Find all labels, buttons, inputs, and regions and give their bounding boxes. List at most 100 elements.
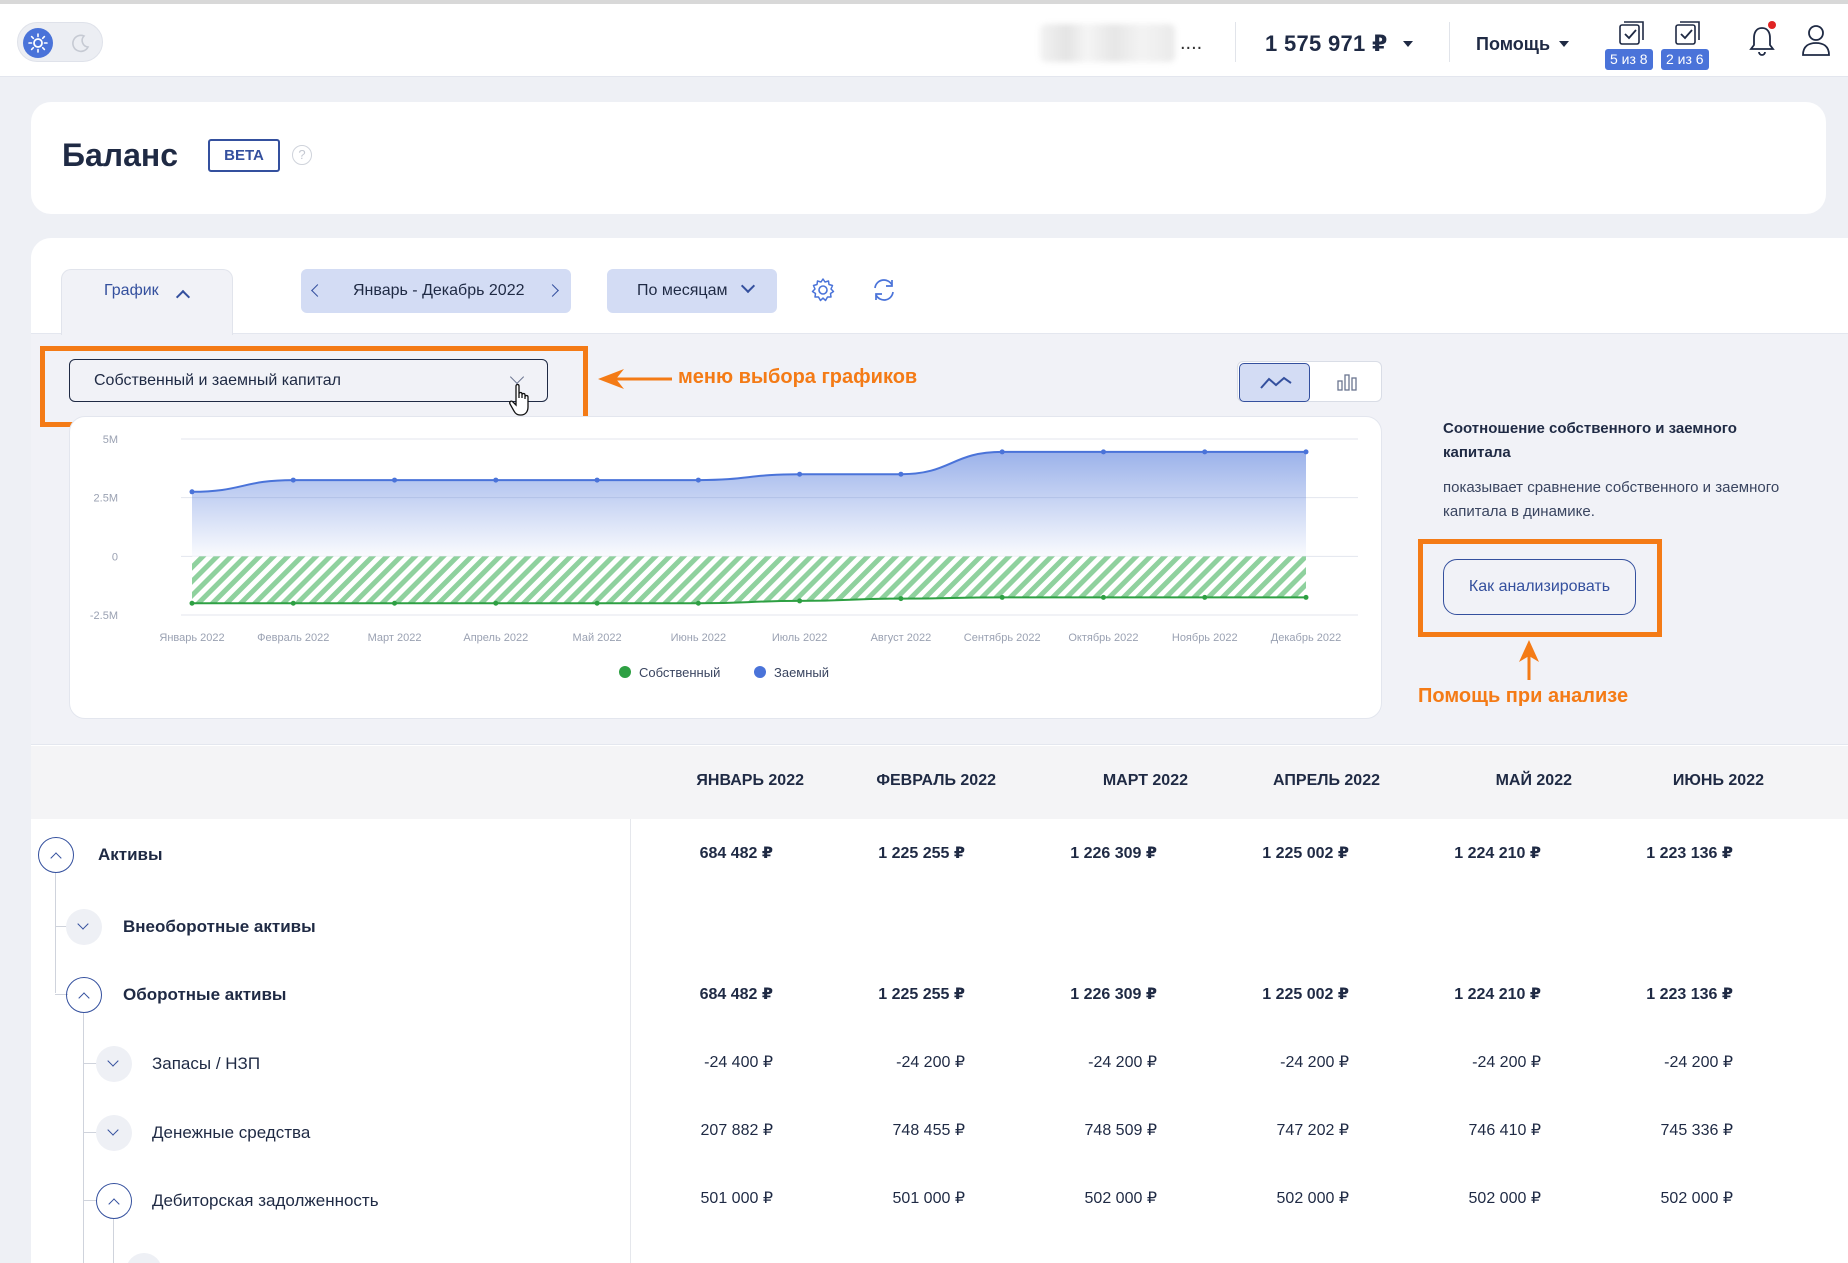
data-point-own [594, 600, 600, 606]
x-tick-label: Январь 2022 [159, 632, 224, 644]
row-label: Оборотные активы [123, 985, 287, 1004]
chevron-left-icon[interactable] [311, 284, 324, 297]
expand-toggle[interactable] [66, 909, 102, 945]
balance-caret-icon[interactable] [1403, 41, 1413, 47]
expand-toggle[interactable] [96, 1046, 132, 1082]
x-tick-label: Апрель 2022 [463, 632, 528, 644]
bell-icon[interactable] [1746, 24, 1778, 58]
data-point-own [898, 596, 904, 602]
chevron-right-icon[interactable] [546, 284, 559, 297]
data-point-own [493, 600, 499, 606]
annotation-arrow-icon [598, 369, 672, 389]
balance-amount[interactable]: 1 575 971 ₽ [1265, 31, 1388, 57]
x-tick-label: Июнь 2022 [671, 632, 727, 644]
column-header: МАЙ 2022 [1495, 772, 1572, 789]
help-icon[interactable]: ? [292, 145, 312, 165]
data-point-own [1100, 594, 1106, 600]
cell: 502 000 ₽ [1084, 1190, 1157, 1207]
cell: 745 336 ₽ [1660, 1122, 1733, 1139]
cell: 501 000 ₽ [700, 1190, 773, 1207]
user-name-blurred [1040, 24, 1175, 62]
table-row: Оборотные активы 684 482 ₽ 1 225 255 ₽ 1… [31, 970, 1848, 1020]
x-tick-label: Май 2022 [573, 632, 622, 644]
period-selector[interactable]: Январь - Декабрь 2022 [301, 269, 571, 313]
table-row: Внеоборотные активы [31, 902, 1848, 952]
table-row: Активы 684 482 ₽ 1 225 255 ₽ 1 226 309 ₽… [31, 830, 1848, 880]
y-tick-label: 0 [112, 551, 118, 563]
cell: 747 202 ₽ [1276, 1122, 1349, 1139]
chevron-up-icon [108, 1198, 120, 1210]
data-point-own [392, 600, 398, 606]
cell: 501 000 ₽ [892, 1190, 965, 1207]
y-tick-label: 5M [103, 434, 118, 446]
moon-icon[interactable] [66, 28, 96, 58]
x-tick-label: Сентябрь 2022 [964, 632, 1041, 644]
cell: 502 000 ₽ [1276, 1190, 1349, 1207]
gear-icon[interactable] [810, 277, 836, 303]
period-label: Январь - Декабрь 2022 [353, 282, 525, 299]
top-bar: .... 1 575 971 ₽ Помощь 5 из 8 2 из 6 [0, 0, 1848, 77]
row-label: Активы [98, 845, 163, 864]
cell: -24 200 ₽ [1280, 1054, 1349, 1071]
cell: 746 410 ₽ [1468, 1122, 1541, 1139]
help-menu[interactable]: Помощь [1476, 34, 1550, 55]
chevron-up-icon [78, 992, 90, 1004]
cell: 1 225 255 ₽ [878, 845, 965, 862]
data-point-own [189, 600, 195, 606]
chevron-down-icon [107, 1124, 119, 1136]
x-tick-label: Февраль 2022 [257, 632, 329, 644]
cell: 1 223 136 ₽ [1646, 845, 1733, 862]
theme-switch[interactable] [17, 22, 103, 62]
data-point-borrowed [695, 477, 701, 483]
chevron-down-icon [107, 1055, 119, 1067]
user-name[interactable]: .... [1180, 32, 1202, 55]
collapse-toggle[interactable] [96, 1183, 132, 1219]
column-header: ЯНВАРЬ 2022 [696, 772, 804, 789]
row-label: Денежные средства [152, 1123, 311, 1142]
user-icon[interactable] [1800, 22, 1832, 58]
collapse-toggle[interactable] [38, 837, 74, 873]
data-point-borrowed [290, 477, 296, 483]
grouping-selector[interactable]: По месяцам [607, 269, 777, 313]
cell: 1 224 210 ₽ [1454, 845, 1541, 862]
series-area-borrowed [192, 451, 1306, 557]
line-chart-icon [1260, 376, 1292, 389]
bar-view-button[interactable] [1311, 363, 1381, 402]
tab-graph[interactable]: График [61, 269, 233, 335]
series-area-own [192, 556, 1306, 604]
data-point-borrowed [493, 477, 499, 483]
chevron-down-icon [77, 918, 89, 930]
refresh-icon[interactable] [870, 277, 898, 303]
tasks-widget-2[interactable]: 2 из 6 [1661, 21, 1715, 76]
column-header: ФЕВРАЛЬ 2022 [876, 772, 996, 789]
x-tick-label: Март 2022 [368, 632, 422, 644]
data-point-own [1303, 594, 1309, 600]
cell: -24 200 ₽ [1664, 1054, 1733, 1071]
table-row: Денежные средства 207 882 ₽ 748 455 ₽ 74… [31, 1108, 1848, 1158]
cell: 684 482 ₽ [699, 845, 773, 862]
cell: 502 000 ₽ [1660, 1190, 1733, 1207]
cell: -24 400 ₽ [704, 1054, 773, 1071]
collapse-toggle[interactable] [66, 977, 102, 1013]
column-header: ИЮНЬ 2022 [1672, 772, 1764, 789]
line-view-button[interactable] [1239, 363, 1310, 402]
grouping-label: По месяцам [637, 282, 728, 299]
expand-toggle[interactable] [96, 1115, 132, 1151]
x-tick-label: Июль 2022 [772, 632, 828, 644]
data-point-borrowed [1100, 449, 1106, 455]
cell: 207 882 ₽ [700, 1122, 773, 1139]
column-header: МАРТ 2022 [1102, 772, 1188, 789]
cell: 1 226 309 ₽ [1070, 986, 1157, 1003]
checklist-icon [1675, 21, 1700, 45]
sun-icon[interactable] [23, 28, 53, 58]
data-point-borrowed [898, 471, 904, 477]
cell: 502 000 ₽ [1468, 1190, 1541, 1207]
row-label: Внеоборотные активы [123, 917, 316, 936]
help-caret-icon[interactable] [1559, 41, 1569, 47]
chart-view-toggle[interactable] [1237, 361, 1382, 402]
tasks-widget-1[interactable]: 5 из 8 [1605, 21, 1659, 76]
chart-card: 5M 2.5M 0 -2.5M Январь 2022 Февраль 2022 Март … [69, 416, 1382, 719]
cell: 1 223 136 ₽ [1646, 986, 1733, 1003]
data-point-own [999, 594, 1005, 600]
legend-label: Заемный [774, 665, 829, 680]
